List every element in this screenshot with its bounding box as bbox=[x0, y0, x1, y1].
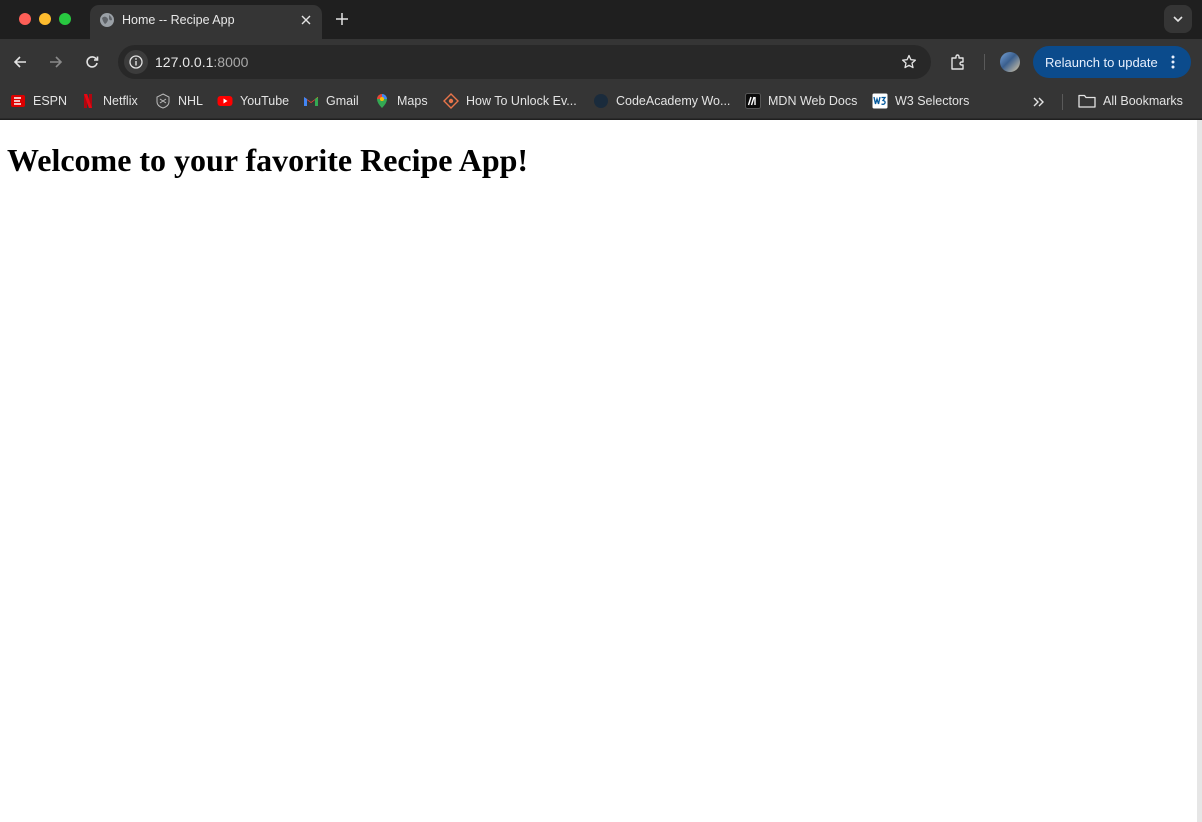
bookmark-mdn[interactable]: MDN Web Docs bbox=[745, 91, 857, 111]
codeacademy-icon bbox=[593, 93, 609, 109]
tab-strip: Home -- Recipe App bbox=[0, 0, 1202, 39]
page-viewport: Welcome to your favorite Recipe App! bbox=[0, 120, 1197, 822]
espn-icon bbox=[10, 93, 26, 109]
nhl-icon bbox=[155, 93, 171, 109]
all-bookmarks-label: All Bookmarks bbox=[1103, 94, 1183, 108]
bookmark-gmail[interactable]: Gmail bbox=[303, 91, 359, 111]
close-window-button[interactable] bbox=[19, 13, 31, 25]
page-title: Welcome to your favorite Recipe App! bbox=[7, 142, 529, 178]
youtube-icon bbox=[217, 93, 233, 109]
maximize-window-button[interactable] bbox=[59, 13, 71, 25]
bookmark-nhl[interactable]: NHL bbox=[155, 91, 203, 111]
bookmark-label: CodeAcademy Wo... bbox=[616, 94, 731, 108]
minimize-window-button[interactable] bbox=[39, 13, 51, 25]
bookmark-label: YouTube bbox=[240, 94, 290, 108]
new-tab-button[interactable] bbox=[331, 8, 353, 30]
mdn-icon bbox=[745, 93, 761, 109]
gmail-icon bbox=[303, 93, 319, 109]
site-info-icon[interactable] bbox=[124, 50, 148, 74]
relaunch-label: Relaunch to update bbox=[1045, 54, 1158, 70]
reload-icon bbox=[86, 56, 99, 68]
bookmark-label: Maps bbox=[397, 94, 428, 108]
browser-window: Home -- Recipe App 127.0.0.1:8000 Relaun… bbox=[0, 0, 1202, 822]
forward-button[interactable] bbox=[44, 50, 68, 74]
browser-toolbar: 127.0.0.1:8000 Relaunch to update bbox=[0, 39, 1202, 84]
tab-close-icon[interactable] bbox=[296, 10, 316, 30]
maps-icon bbox=[374, 93, 390, 109]
back-button[interactable] bbox=[8, 50, 32, 74]
bookmarks-separator bbox=[1062, 94, 1063, 110]
relaunch-to-update-button[interactable]: Relaunch to update bbox=[1033, 46, 1191, 78]
extensions-puzzle-icon[interactable] bbox=[946, 50, 970, 74]
chevron-down-icon bbox=[1173, 16, 1183, 22]
bookmark-netflix[interactable]: Netflix bbox=[80, 91, 138, 111]
netflix-icon bbox=[80, 93, 96, 109]
bookmark-codeacademy[interactable]: CodeAcademy Wo... bbox=[593, 91, 730, 111]
bookmark-label: How To Unlock Ev... bbox=[466, 94, 577, 108]
bookmark-how-to-unlock[interactable]: How To Unlock Ev... bbox=[443, 91, 577, 111]
toolbar-separator bbox=[984, 54, 985, 70]
tab-title: Home -- Recipe App bbox=[122, 13, 235, 27]
profile-avatar[interactable] bbox=[1000, 52, 1020, 72]
url-text[interactable]: 127.0.0.1:8000 bbox=[155, 54, 248, 70]
bookmark-label: MDN Web Docs bbox=[768, 94, 858, 108]
bookmark-label: Netflix bbox=[103, 94, 138, 108]
w3-icon bbox=[872, 93, 888, 109]
folder-icon bbox=[1078, 93, 1096, 109]
all-bookmarks-button[interactable]: All Bookmarks bbox=[1078, 91, 1183, 111]
arrow-left-icon bbox=[13, 56, 26, 68]
bookmark-label: NHL bbox=[178, 94, 204, 108]
bookmark-maps[interactable]: Maps bbox=[374, 91, 428, 111]
url-port: :8000 bbox=[213, 54, 249, 70]
window-scroll-edge bbox=[1197, 120, 1202, 822]
bookmarks-bar: ESPN Netflix NHL YouTube Gmail Maps How … bbox=[0, 84, 1202, 119]
arrow-right-icon bbox=[50, 56, 63, 68]
bookmark-label: Gmail bbox=[326, 94, 359, 108]
bookmark-w3-selectors[interactable]: W3 Selectors bbox=[872, 91, 969, 111]
bookmark-espn[interactable]: ESPN bbox=[10, 91, 67, 111]
tab-home-recipe-app[interactable]: Home -- Recipe App bbox=[90, 5, 322, 39]
bookmark-youtube[interactable]: YouTube bbox=[217, 91, 289, 111]
bookmark-label: ESPN bbox=[33, 94, 68, 108]
tab-search-button[interactable] bbox=[1164, 5, 1192, 33]
bookmark-label: W3 Selectors bbox=[895, 94, 970, 108]
more-bookmarks-chevron-icon[interactable] bbox=[1029, 92, 1049, 112]
unlock-guide-icon bbox=[443, 93, 459, 109]
reload-button[interactable] bbox=[80, 50, 104, 74]
bookmark-star-icon[interactable] bbox=[899, 52, 919, 72]
more-vertical-icon[interactable] bbox=[1165, 54, 1181, 70]
address-bar[interactable]: 127.0.0.1:8000 bbox=[118, 45, 931, 79]
globe-icon bbox=[99, 12, 115, 28]
url-host: 127.0.0.1 bbox=[155, 54, 214, 70]
